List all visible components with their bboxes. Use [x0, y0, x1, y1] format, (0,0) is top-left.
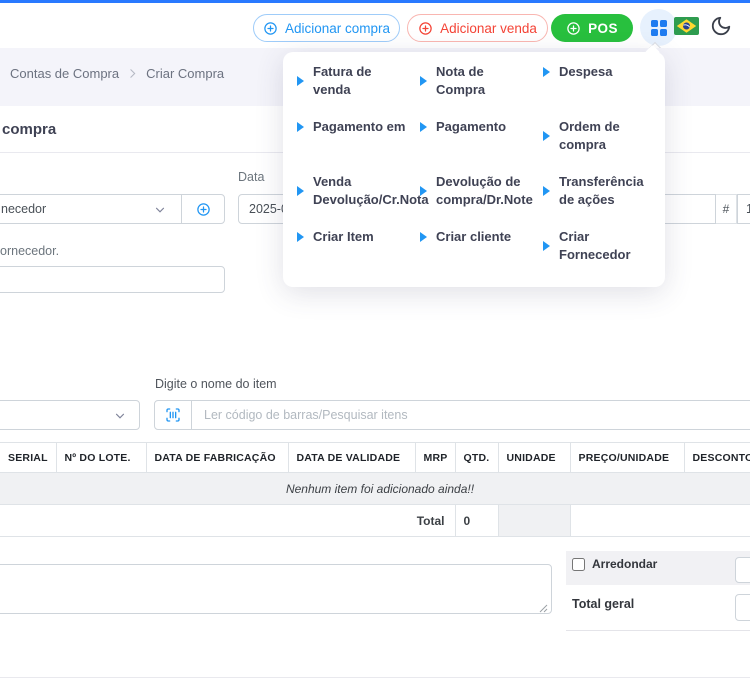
caret-right-icon — [543, 186, 550, 196]
item-search-label: Digite o nome do item — [155, 377, 277, 391]
menu-item-ordem-de-compra[interactable]: Ordem de compra — [543, 118, 666, 154]
table-header-row: SERIAL Nº DO LOTE. DATA DE FABRICAÇÃO DA… — [0, 443, 750, 473]
reference-number-prefix: # — [716, 194, 737, 224]
supplier-select-value: necedor — [1, 202, 46, 216]
breadcrumb-purchase-accounts[interactable]: Contas de Compra — [10, 66, 119, 81]
breadcrumb: Contas de Compra Criar Compra — [10, 66, 224, 81]
menu-item-transferencia-de-acoes[interactable]: Transferência de ações — [543, 173, 666, 209]
quick-actions-dropdown: Fatura de venda Nota de Compra Despesa P… — [283, 52, 665, 287]
menu-item-venda-devolucao[interactable]: Venda Devolução/Cr.Nota — [297, 173, 420, 209]
caret-right-icon — [420, 76, 427, 86]
add-sale-button[interactable]: Adicionar venda — [407, 14, 548, 42]
date-label: Data — [238, 170, 264, 184]
total-quantity: 0 — [455, 505, 498, 537]
col-lot-number: Nº DO LOTE. — [56, 443, 146, 473]
items-table: SERIAL Nº DO LOTE. DATA DE FABRICAÇÃO DA… — [0, 442, 750, 537]
caret-right-icon — [297, 76, 304, 86]
supplier-address-input[interactable] — [0, 266, 225, 293]
caret-right-icon — [297, 232, 304, 242]
menu-item-pagamento-em[interactable]: Pagamento em — [297, 118, 420, 136]
barcode-scan-button[interactable] — [154, 400, 192, 430]
col-expiry-date: DATA DE VALIDADE — [288, 443, 415, 473]
caret-right-icon — [420, 122, 427, 132]
round-label: Arredondar — [592, 557, 657, 571]
plus-circle-icon — [263, 21, 278, 36]
col-discount: DESCONTO — [684, 443, 750, 473]
grand-total-label: Total geral — [572, 597, 634, 611]
notes-textarea[interactable] — [0, 564, 552, 614]
breadcrumb-create-purchase: Criar Compra — [146, 66, 224, 81]
pos-button[interactable]: POS — [551, 14, 633, 42]
quick-actions-grid: Fatura de venda Nota de Compra Despesa P… — [297, 63, 666, 283]
page-title: compra — [2, 121, 56, 138]
col-qty: QTD. — [455, 443, 498, 473]
plus-circle-icon — [418, 21, 433, 36]
round-amount-input[interactable] — [735, 557, 750, 583]
caret-right-icon — [543, 241, 550, 251]
chevron-down-icon — [153, 203, 167, 220]
summary-divider — [566, 630, 750, 631]
round-checkbox[interactable] — [572, 558, 585, 571]
total-label: Total — [0, 505, 455, 537]
col-unit: UNIDADE — [498, 443, 570, 473]
add-purchase-label: Adicionar compra — [285, 21, 390, 36]
grand-total-input[interactable] — [735, 594, 750, 621]
pos-label: POS — [588, 21, 618, 36]
supplier-helper-text: ornecedor. — [0, 244, 59, 258]
menu-item-pagamento[interactable]: Pagamento — [420, 118, 543, 136]
resize-handle-icon[interactable] — [538, 600, 548, 618]
add-purchase-button[interactable]: Adicionar compra — [253, 14, 400, 42]
add-supplier-button[interactable] — [181, 194, 225, 224]
caret-right-icon — [420, 232, 427, 242]
reference-number-input[interactable] — [737, 194, 750, 224]
caret-right-icon — [543, 67, 550, 77]
menu-item-criar-item[interactable]: Criar Item — [297, 228, 420, 246]
menu-item-nota-de-compra[interactable]: Nota de Compra — [420, 63, 543, 99]
chevron-right-icon — [126, 67, 139, 80]
plus-circle-icon — [196, 202, 211, 217]
item-search-input[interactable] — [191, 400, 750, 430]
total-empty-cell — [570, 505, 750, 537]
menu-item-criar-cliente[interactable]: Criar cliente — [420, 228, 543, 246]
chevron-down-icon — [113, 409, 127, 426]
empty-state-message: Nenhum item foi adicionado ainda!! — [0, 473, 750, 505]
language-flag-brazil[interactable] — [674, 17, 699, 35]
menu-item-criar-fornecedor[interactable]: Criar Fornecedor — [543, 228, 666, 264]
caret-right-icon — [297, 186, 304, 196]
apps-grid-icon — [650, 19, 668, 37]
add-sale-label: Adicionar venda — [440, 21, 537, 36]
moon-icon — [710, 15, 732, 37]
col-mrp: MRP — [415, 443, 455, 473]
empty-state-row: Nenhum item foi adicionado ainda!! — [0, 473, 750, 505]
caret-right-icon — [420, 186, 427, 196]
caret-right-icon — [297, 122, 304, 132]
caret-right-icon — [543, 131, 550, 141]
total-unit-cell — [498, 505, 570, 537]
app-screen: Adicionar compra Adicionar venda POS — [0, 0, 750, 690]
menu-item-devolucao-de-compra[interactable]: Devolução de compra/Dr.Note — [420, 173, 543, 209]
col-manufacture-date: DATA DE FABRICAÇÃO — [146, 443, 288, 473]
supplier-select[interactable]: necedor — [0, 194, 182, 224]
barcode-scan-icon — [165, 407, 181, 423]
menu-item-fatura-de-venda[interactable]: Fatura de venda — [297, 63, 420, 99]
warehouse-select[interactable] — [0, 400, 140, 430]
topbar: Adicionar compra Adicionar venda POS — [0, 3, 750, 49]
total-row: Total 0 — [0, 505, 750, 537]
menu-item-despesa[interactable]: Despesa — [543, 63, 666, 81]
dark-mode-toggle[interactable] — [708, 13, 734, 39]
plus-circle-icon — [566, 21, 581, 36]
quick-menu-toggle-button[interactable] — [640, 9, 677, 46]
col-serial: SERIAL — [0, 443, 56, 473]
page-bottom-divider — [0, 677, 750, 678]
col-unit-price: PREÇO/UNIDADE — [570, 443, 684, 473]
